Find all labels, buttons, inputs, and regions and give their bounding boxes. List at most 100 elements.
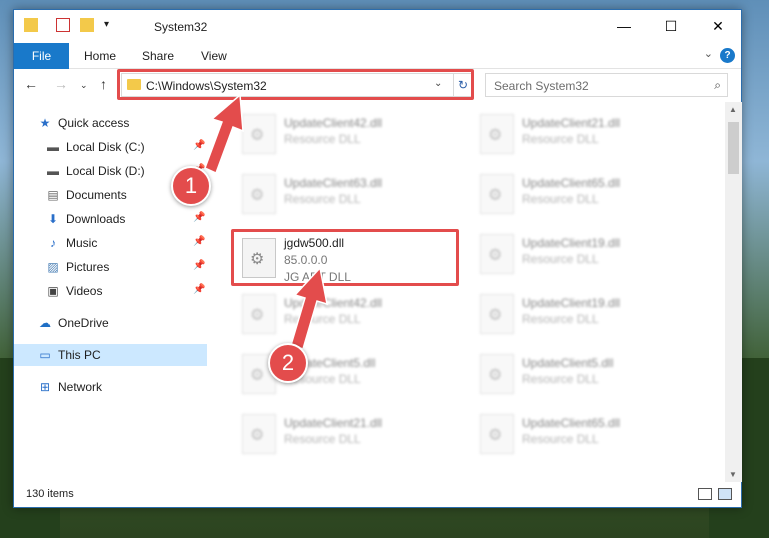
dll-file-icon: [480, 354, 514, 394]
item-count: 130 items: [26, 488, 74, 500]
scroll-up-icon[interactable]: ▲: [729, 105, 737, 114]
details-view-icon[interactable]: [698, 488, 712, 500]
pin-icon: 📌: [193, 284, 206, 295]
file-type: Resource DLL: [284, 132, 361, 146]
minimize-button[interactable]: —: [601, 10, 647, 43]
dll-file-icon: [242, 414, 276, 454]
sidebar-item-label: Downloads: [66, 212, 126, 226]
file-tile[interactable]: UpdateClient42.dll Resource DLL: [236, 286, 466, 341]
computer-icon: ▭: [39, 348, 51, 362]
file-name: UpdateClient19.dll: [522, 296, 621, 310]
vertical-scrollbar[interactable]: ▲ ▼: [725, 102, 742, 482]
drive-icon: ▬: [47, 164, 59, 178]
file-tile[interactable]: UpdateClient42.dll Resource DLL: [236, 106, 466, 161]
tab-view[interactable]: View: [201, 43, 227, 69]
file-type: Resource DLL: [522, 192, 599, 206]
sidebar-item-pictures[interactable]: ▨ Pictures 📌: [14, 256, 207, 278]
sidebar-item-label: Local Disk (C:): [66, 140, 145, 154]
file-name: UpdateClient65.dll: [522, 176, 621, 190]
file-name: UpdateClient19.dll: [522, 236, 621, 250]
sidebar-item-label: Music: [66, 236, 98, 250]
search-input[interactable]: Search System32 ⌕: [485, 73, 728, 97]
status-bar: 130 items: [14, 483, 741, 507]
tab-share[interactable]: Share: [142, 43, 174, 69]
expand-ribbon-icon[interactable]: ⌄: [704, 47, 713, 60]
file-type: Resource DLL: [522, 252, 599, 266]
file-highlight-box: [231, 229, 459, 286]
dll-file-icon: [242, 174, 276, 214]
file-tile[interactable]: UpdateClient65.dll Resource DLL: [474, 166, 704, 221]
step-1-badge: 1: [171, 166, 211, 206]
sidebar-item-label: Pictures: [66, 260, 110, 274]
address-highlight-box: [117, 69, 474, 100]
file-tile[interactable]: UpdateClient19.dll Resource DLL: [474, 286, 704, 341]
search-placeholder: Search System32: [494, 79, 589, 93]
large-icons-view-icon[interactable]: [718, 488, 732, 500]
dll-file-icon: [480, 234, 514, 274]
scroll-down-icon[interactable]: ▼: [729, 470, 737, 479]
file-type: Resource DLL: [522, 132, 599, 146]
pin-icon: 📌: [193, 260, 206, 271]
file-tile[interactable]: UpdateClient63.dll Resource DLL: [236, 166, 466, 221]
recent-locations-icon[interactable]: ⌄: [80, 80, 88, 91]
file-tile[interactable]: UpdateClient21.dll Resource DLL: [474, 106, 704, 161]
maximize-button[interactable]: ☐: [648, 10, 694, 43]
pin-icon: 📌: [193, 212, 206, 223]
dll-file-icon: [480, 414, 514, 454]
sidebar-item-label: Local Disk (D:): [66, 164, 145, 178]
file-tile[interactable]: UpdateClient21.dll Resource DLL: [236, 406, 466, 461]
video-icon: ▣: [47, 284, 59, 298]
dll-file-icon: [480, 294, 514, 334]
close-button[interactable]: ✕: [695, 10, 741, 43]
customize-toolbar-icon[interactable]: ▾: [104, 18, 118, 32]
tab-home[interactable]: Home: [84, 43, 116, 69]
sidebar-item-local-disk-c[interactable]: ▬ Local Disk (C:) 📌: [14, 136, 207, 158]
file-list: UpdateClient42.dll Resource DLL UpdateCl…: [224, 102, 721, 482]
sidebar-item-this-pc[interactable]: ▭ This PC: [14, 344, 207, 366]
file-type: Resource DLL: [522, 432, 599, 446]
dll-file-icon: [480, 174, 514, 214]
sidebar-item-label: Network: [58, 380, 103, 394]
file-tile[interactable]: UpdateClient65.dll Resource DLL: [474, 406, 704, 461]
sidebar-item-quick-access[interactable]: ★ Quick access: [14, 112, 207, 134]
scrollbar-thumb[interactable]: [728, 122, 739, 174]
file-name: UpdateClient21.dll: [284, 416, 383, 430]
file-type: Resource DLL: [284, 312, 361, 326]
file-tile[interactable]: UpdateClient5.dll Resource DLL: [474, 346, 704, 401]
file-type: Resource DLL: [284, 432, 361, 446]
tab-file[interactable]: File: [14, 43, 69, 69]
new-folder-icon[interactable]: [80, 18, 94, 32]
download-icon: ⬇: [47, 212, 59, 226]
properties-icon[interactable]: [56, 18, 70, 32]
cloud-icon: ☁: [39, 316, 51, 330]
search-icon[interactable]: ⌕: [714, 78, 721, 93]
sidebar-item-label: Quick access: [58, 116, 130, 130]
file-name: UpdateClient65.dll: [522, 416, 621, 430]
dll-file-icon: [242, 114, 276, 154]
back-button[interactable]: ←: [24, 76, 38, 92]
ribbon: File Home Share View ⌄ ?: [14, 43, 741, 69]
pictures-icon: ▨: [47, 260, 59, 274]
sidebar-item-music[interactable]: ♪ Music 📌: [14, 232, 207, 254]
sidebar-item-downloads[interactable]: ⬇ Downloads 📌: [14, 208, 207, 230]
title-bar: ▾ System32 — ☐ ✕: [14, 10, 741, 43]
sidebar-item-onedrive[interactable]: ☁ OneDrive: [14, 312, 207, 334]
file-type: Resource DLL: [284, 192, 361, 206]
document-icon: ▤: [47, 188, 59, 202]
file-tile[interactable]: UpdateClient19.dll Resource DLL: [474, 226, 704, 281]
up-button[interactable]: ↑: [100, 76, 107, 92]
forward-button[interactable]: →: [54, 76, 68, 92]
drive-icon: ▬: [47, 140, 59, 154]
file-name: UpdateClient21.dll: [522, 116, 621, 130]
sidebar-item-network[interactable]: ⊞ Network: [14, 376, 207, 398]
sidebar-item-videos[interactable]: ▣ Videos 📌: [14, 280, 207, 302]
dll-file-icon: [242, 294, 276, 334]
navigation-pane: ★ Quick access ▬ Local Disk (C:) 📌 ▬ Loc…: [14, 109, 207, 479]
help-icon[interactable]: ?: [720, 48, 735, 63]
star-icon: ★: [39, 116, 51, 130]
window-title: System32: [154, 20, 208, 34]
pin-icon: 📌: [193, 236, 206, 247]
file-name: UpdateClient42.dll: [284, 116, 383, 130]
step-2-badge: 2: [268, 343, 308, 383]
sidebar-item-label: OneDrive: [58, 316, 109, 330]
